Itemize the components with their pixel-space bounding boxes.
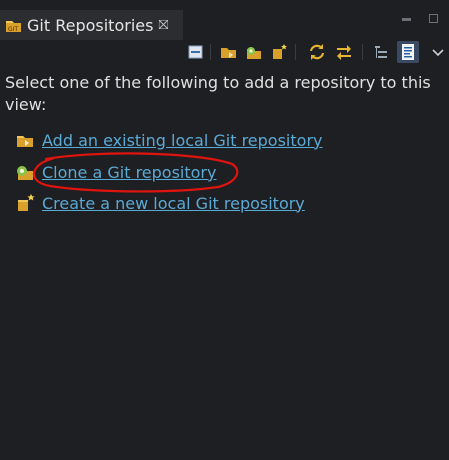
intro-text: Select one of the following to add a rep…: [5, 73, 431, 114]
clone-repository-icon: [15, 162, 35, 182]
git-repositories-icon: GIT: [5, 17, 22, 34]
view-menu-chevron-icon[interactable]: [429, 43, 447, 61]
clone-repository-link[interactable]: Clone a Git repository: [42, 163, 216, 182]
add-repository-icon[interactable]: [220, 43, 238, 61]
add-existing-repository-link[interactable]: Add an existing local Git repository: [42, 131, 322, 150]
create-repository-link[interactable]: Create a new local Git repository: [42, 194, 305, 213]
create-repository-icon[interactable]: [270, 43, 288, 61]
svg-text:GIT: GIT: [8, 26, 18, 33]
clone-repository-icon[interactable]: [245, 43, 263, 61]
add-existing-repository-action[interactable]: Add an existing local Git repository: [15, 129, 322, 151]
link-with-selection-icon[interactable]: [335, 43, 353, 61]
view-title: Git Repositories: [27, 15, 154, 35]
create-repository-action[interactable]: Create a new local Git repository: [15, 192, 305, 214]
git-repositories-tab[interactable]: GIT Git Repositories ⛝: [0, 10, 183, 40]
view-toolbar: [0, 40, 449, 64]
view-tab-bar: GIT Git Repositories ⛝: [0, 0, 449, 40]
close-tab-icon[interactable]: ⛝: [158, 18, 168, 33]
refresh-icon[interactable]: [308, 43, 326, 61]
toolbar-separator: [362, 44, 363, 60]
maximize-view-button[interactable]: [429, 14, 438, 23]
clone-repository-action[interactable]: Clone a Git repository: [15, 161, 216, 183]
minimize-view-button[interactable]: [402, 18, 411, 21]
toolbar-separator: [210, 44, 211, 60]
add-repository-icon: [15, 130, 35, 150]
create-repository-icon: [15, 193, 35, 213]
repository-view-mode-icon[interactable]: [397, 41, 419, 63]
hierarchical-view-icon[interactable]: [372, 43, 390, 61]
collapse-all-icon[interactable]: [187, 43, 205, 61]
toolbar-separator: [295, 44, 296, 60]
